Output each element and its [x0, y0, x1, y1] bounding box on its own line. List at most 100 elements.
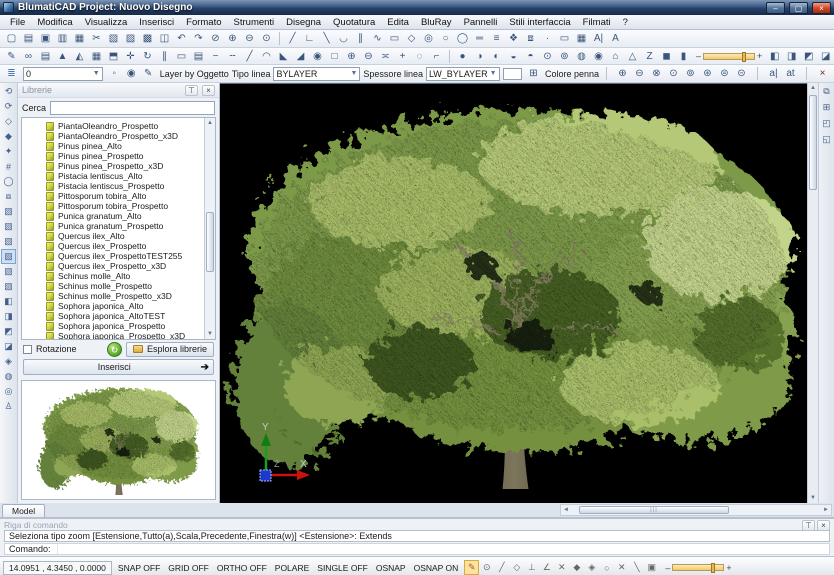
pin-icon[interactable]: ⊤ [185, 84, 198, 96]
zoom-in-icon[interactable]: ⊖ [241, 31, 258, 46]
list-item[interactable]: Quercus ilex_Prospetto_x3D [46, 261, 204, 271]
list-item[interactable]: Pittosporum tobira_Prospetto [46, 201, 204, 211]
cut-icon[interactable]: ✂ [88, 31, 105, 46]
refresh-button[interactable]: ↻ [106, 341, 122, 357]
frame-icon[interactable]: ▤ [190, 49, 207, 64]
blue-hand-icon[interactable]: ◨ [783, 49, 800, 64]
menu-filmati[interactable]: Filmati [577, 17, 617, 28]
command-input[interactable] [57, 544, 825, 554]
chamfer-icon[interactable]: ◣ [275, 49, 292, 64]
tile-windows-icon[interactable]: ⊞ [820, 101, 833, 114]
viewport-hscrollbar[interactable]: ◄ ||| ► [560, 504, 832, 516]
zoom-window-icon[interactable]: ⊕ [224, 31, 241, 46]
list-item[interactable]: Punica granatum_Alto [46, 211, 204, 221]
save-as-icon[interactable]: ▥ [54, 31, 71, 46]
circle-snap-icon[interactable]: ○ [599, 560, 614, 575]
text-edit-icon[interactable]: at [782, 66, 799, 81]
text-style-icon[interactable]: A| [590, 31, 607, 46]
scrollbar-thumb[interactable]: ||| [579, 506, 729, 514]
shade-gouraud-icon[interactable]: ◨ [1, 309, 16, 324]
group-icon[interactable]: ⧈ [522, 31, 539, 46]
scroll-up-icon[interactable]: ▲ [810, 83, 816, 93]
tipo-linea-combo[interactable]: BYLAYER ▼ [273, 66, 361, 81]
circle-icon[interactable]: ○ [437, 31, 454, 46]
close-toolbar-icon[interactable]: × [814, 66, 831, 81]
freeze-layer-icon[interactable]: ◦ [106, 66, 123, 81]
pen-color-swatch[interactable] [502, 67, 522, 80]
zoom-previous-icon[interactable]: ⊜ [716, 66, 733, 81]
shapes-tool-icon[interactable]: ⧈ [1, 189, 16, 204]
zoom-minus-icon[interactable]: ⊖ [360, 49, 377, 64]
redo-icon[interactable]: ↷ [190, 31, 207, 46]
scroll-down-icon[interactable]: ▼ [810, 493, 816, 503]
list-item[interactable]: PiantaOleandro_Prospetto [46, 121, 204, 131]
angle-snap-icon[interactable]: ∠ [539, 560, 554, 575]
box-iso-4-icon[interactable]: ▧ [1, 249, 16, 264]
insert-snap-icon[interactable]: ▣ [644, 560, 659, 575]
pan-icon[interactable]: ⊘ [207, 31, 224, 46]
perpendicular-snap-icon[interactable]: ⊥ [524, 560, 539, 575]
list-item[interactable]: Sophora japonica_Alto [46, 301, 204, 311]
print-icon[interactable]: ▦ [71, 31, 88, 46]
menu-bluray[interactable]: BluRay [415, 17, 458, 28]
move-icon[interactable]: ✛ [122, 49, 139, 64]
zoom-scale-icon[interactable]: ⊙ [665, 66, 682, 81]
material-icon[interactable]: ◐ [488, 49, 505, 64]
rotate-icon[interactable]: ↻ [139, 49, 156, 64]
zoom-dynamic-icon[interactable]: ⊗ [648, 66, 665, 81]
prism-icon[interactable]: △ [624, 49, 641, 64]
menu-file[interactable]: File [4, 17, 31, 28]
scroll-right-icon[interactable]: ► [821, 507, 831, 513]
extrude-icon[interactable]: ▲ [54, 49, 71, 64]
close-button[interactable]: × [812, 1, 831, 14]
minimize-button[interactable]: – [766, 1, 785, 14]
list-scrollbar[interactable]: ▲ ▼ [204, 118, 215, 339]
paste-icon[interactable]: ▨ [122, 31, 139, 46]
draw-order-icon[interactable]: ✎ [464, 560, 480, 575]
wall-icon[interactable]: ▦ [88, 49, 105, 64]
chevron-down-icon[interactable]: ▼ [490, 70, 497, 77]
rename-icon[interactable]: ▭ [173, 49, 190, 64]
zoom-window-icon[interactable]: ⊖ [631, 66, 648, 81]
fillet-icon[interactable]: ◠ [258, 49, 275, 64]
list-item[interactable]: Sophora japonica_Prospetto_x3D [46, 331, 204, 339]
point-icon[interactable]: · [539, 31, 556, 46]
zoom-all-icon[interactable]: ⊝ [733, 66, 750, 81]
list-item[interactable]: Punica granatum_Prospetto [46, 221, 204, 231]
polygon-snap-icon[interactable]: ◇ [509, 560, 524, 575]
zoom-out-icon[interactable]: ⊙ [258, 31, 275, 46]
chevron-down-icon[interactable]: ▼ [93, 70, 100, 77]
polyline-icon[interactable]: ∟ [301, 31, 318, 46]
layers-icon[interactable]: ≣ [3, 66, 20, 81]
measure-icon[interactable]: ≍ [377, 49, 394, 64]
layout-manager-icon[interactable]: ◰ [820, 117, 833, 130]
single-toggle[interactable]: SINGLE OFF [313, 561, 372, 575]
slider-thumb[interactable] [711, 563, 716, 573]
pin-icon[interactable]: ⊤ [802, 520, 815, 531]
menu-formato[interactable]: Formato [180, 17, 227, 28]
list-item[interactable]: Schinus molle_Prospetto [46, 281, 204, 291]
list-item[interactable]: Pinus pinea_Alto [46, 141, 204, 151]
column-icon[interactable]: ▮ [675, 49, 692, 64]
eraser-tool-icon[interactable]: ◈ [1, 354, 16, 369]
list-item[interactable]: Schinus molle_Prospetto_x3D [46, 291, 204, 301]
layer-state-icon[interactable]: ◉ [123, 66, 140, 81]
clip-image-icon[interactable]: ▦ [573, 31, 590, 46]
orbit-icon[interactable]: ⟲ [1, 84, 16, 99]
link-icon[interactable]: ∞ [20, 49, 37, 64]
polare-toggle[interactable]: POLARE [271, 561, 314, 575]
corner-icon[interactable]: ⌐ [428, 49, 445, 64]
insert-image-icon[interactable]: ▩ [139, 31, 156, 46]
box-iso-1-icon[interactable]: ▧ [1, 204, 16, 219]
clip-rect-icon[interactable]: ▭ [556, 31, 573, 46]
zoom-object-icon[interactable]: ⊛ [699, 66, 716, 81]
scrollbar-thumb[interactable] [206, 212, 214, 273]
slider-thumb[interactable] [742, 51, 747, 62]
status-slider[interactable]: – + [665, 563, 732, 573]
copy-icon[interactable]: ▧ [105, 31, 122, 46]
osnap-on-toggle[interactable]: OSNAP ON [410, 561, 463, 575]
multiline-icon[interactable]: ≡ [488, 31, 505, 46]
box-select-icon[interactable]: □ [326, 49, 343, 64]
trim-icon[interactable]: − [207, 49, 224, 64]
colore-penna-label[interactable]: Colore penna [545, 69, 599, 79]
